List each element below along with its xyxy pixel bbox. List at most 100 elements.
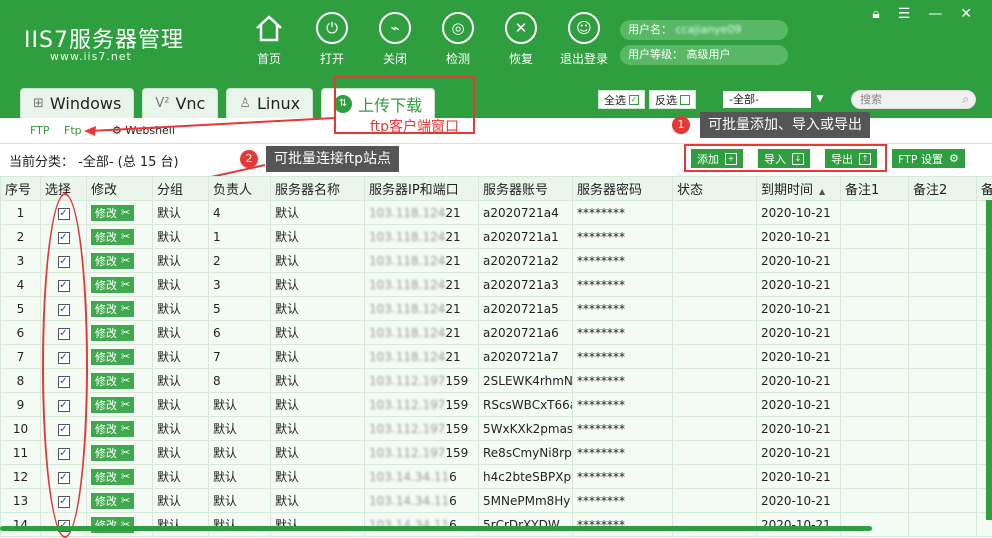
table-row[interactable]: 1✓修改✂默认4默认103.118.12421a2020721a4*******…: [1, 201, 992, 225]
ip-masked: 103.112.197: [369, 446, 445, 460]
column-header[interactable]: 序号: [1, 177, 41, 201]
table-row[interactable]: 12✓修改✂默认默认默认103.14.34.116h4c2bteSBPXpr**…: [1, 465, 992, 489]
row-owner: 默认: [209, 489, 271, 513]
import-button[interactable]: 导入↓: [758, 149, 810, 168]
edit-button[interactable]: 修改✂: [91, 277, 134, 293]
column-header[interactable]: 备注2: [909, 177, 977, 201]
edit-button[interactable]: 修改✂: [91, 373, 134, 389]
column-header[interactable]: 备: [977, 177, 992, 201]
row-ip: 103.14.34.116: [365, 513, 479, 537]
table-row[interactable]: 10✓修改✂默认默认默认103.112.1971595WxKXk2pmasl**…: [1, 417, 992, 441]
subtab-ftp[interactable]: FTP: [30, 124, 50, 137]
row-group: 默认: [153, 321, 209, 345]
edit-label: 修改: [95, 349, 117, 365]
row-group: 默认: [153, 489, 209, 513]
subtab-ftp-client[interactable]: Ftp: [64, 124, 82, 137]
vertical-scrollbar[interactable]: [986, 200, 992, 520]
nav-open[interactable]: ⏻ 打开: [302, 12, 362, 67]
column-header[interactable]: 服务器IP和端口: [365, 177, 479, 201]
edit-button[interactable]: 修改✂: [91, 229, 134, 245]
row-group: 默认: [153, 393, 209, 417]
table-row[interactable]: 13✓修改✂默认默认默认103.14.34.1165MNePMm8Hy*****…: [1, 489, 992, 513]
row-password: ********: [573, 441, 673, 465]
export-button[interactable]: 导出↑: [825, 149, 877, 168]
edit-button[interactable]: 修改✂: [91, 397, 134, 413]
table-row[interactable]: 7✓修改✂默认7默认103.118.12421a2020721a7*******…: [1, 345, 992, 369]
row-group: 默认: [153, 417, 209, 441]
table-row[interactable]: 14✓修改✂默认默认默认103.14.34.1165rCrDrXYDW*****…: [1, 513, 992, 537]
nav-check[interactable]: ◎ 检测: [428, 12, 488, 67]
ftp-settings-button[interactable]: FTP 设置⚙: [892, 149, 965, 168]
horizontal-scrollbar[interactable]: [0, 526, 872, 531]
row-number: 13: [1, 489, 41, 513]
table-row[interactable]: 9✓修改✂默认默认默认103.112.197159RScsWBCxT66a***…: [1, 393, 992, 417]
row-server-name: 默认: [271, 393, 365, 417]
row-number: 2: [1, 225, 41, 249]
row-expire: 2020-10-21: [757, 441, 841, 465]
column-header[interactable]: 到期时间▲: [757, 177, 841, 201]
row-number: 10: [1, 417, 41, 441]
edit-button[interactable]: 修改✂: [91, 325, 134, 341]
selection-buttons: 全选✓ 反选: [598, 90, 696, 109]
row-note2: [909, 201, 977, 225]
add-button[interactable]: 添加+: [691, 149, 743, 168]
table-row[interactable]: 3✓修改✂默认2默认103.118.12421a2020721a2*******…: [1, 249, 992, 273]
subtab-webshell[interactable]: ⚙ Webshell: [112, 124, 175, 137]
search-input[interactable]: 搜索 ⌕: [851, 90, 976, 109]
invert-button[interactable]: 反选: [649, 90, 696, 109]
nav-restore[interactable]: ✕ 恢复: [491, 12, 551, 67]
select-all-button[interactable]: 全选✓: [598, 90, 645, 109]
edit-button[interactable]: 修改✂: [91, 421, 134, 437]
sort-asc-icon[interactable]: ▲: [819, 187, 825, 196]
invert-label: 反选: [655, 92, 677, 108]
column-header[interactable]: 负责人: [209, 177, 271, 201]
edit-button[interactable]: 修改✂: [91, 301, 134, 317]
edit-button[interactable]: 修改✂: [91, 253, 134, 269]
tab-vnc[interactable]: V² Vnc: [142, 88, 218, 118]
search-icon: ⌕: [962, 91, 969, 108]
scissors-icon: ✂: [121, 350, 130, 363]
nav-home[interactable]: 首页: [239, 12, 299, 67]
row-account: a2020721a4: [479, 201, 573, 225]
nav-close[interactable]: ⌁ 关闭: [365, 12, 425, 67]
column-header[interactable]: 服务器密码: [573, 177, 673, 201]
category-select[interactable]: -全部- ▼: [722, 90, 830, 109]
row-group: 默认: [153, 465, 209, 489]
row-note1: [841, 441, 909, 465]
user-level-value: 高级用户: [687, 48, 731, 61]
row-note1: [841, 297, 909, 321]
edit-button[interactable]: 修改✂: [91, 205, 134, 221]
minimize-icon[interactable]: —: [928, 6, 942, 22]
column-header[interactable]: 分组: [153, 177, 209, 201]
column-header[interactable]: 服务器名称: [271, 177, 365, 201]
column-header[interactable]: 状态: [673, 177, 757, 201]
column-header[interactable]: 修改: [87, 177, 153, 201]
table-row[interactable]: 8✓修改✂默认8默认103.112.1971592SLEWK4rhmN*****…: [1, 369, 992, 393]
row-note1: [841, 417, 909, 441]
table-row[interactable]: 4✓修改✂默认3默认103.118.12421a2020721a3*******…: [1, 273, 992, 297]
menu-icon[interactable]: ☰: [898, 6, 911, 22]
row-ip: 103.118.12421: [365, 249, 479, 273]
row-status: [673, 441, 757, 465]
row-account: Re8sCmyNi8rp: [479, 441, 573, 465]
lock-icon[interactable]: 🔒︎: [872, 6, 879, 22]
table-row[interactable]: 6✓修改✂默认6默认103.118.12421a2020721a6*******…: [1, 321, 992, 345]
column-header[interactable]: 服务器账号: [479, 177, 573, 201]
row-status: [673, 417, 757, 441]
column-header[interactable]: 备注1: [841, 177, 909, 201]
edit-button[interactable]: 修改✂: [91, 445, 134, 461]
tab-linux[interactable]: ♙ Linux: [226, 88, 313, 118]
row-owner: 默认: [209, 513, 271, 537]
scissors-icon: ✂: [121, 422, 130, 435]
edit-button[interactable]: 修改 ✂: [91, 349, 134, 365]
table-row[interactable]: 11✓修改✂默认默认默认103.112.197159Re8sCmyNi8rp**…: [1, 441, 992, 465]
close-icon[interactable]: ✕: [960, 6, 972, 22]
nav-logout[interactable]: ☺ 退出登录: [554, 12, 614, 67]
edit-button[interactable]: 修改✂: [91, 469, 134, 485]
edit-button[interactable]: 修改✂: [91, 493, 134, 509]
scissors-icon: ✂: [121, 494, 130, 507]
subtab-webshell-label: Webshell: [125, 124, 175, 137]
tab-windows[interactable]: ⊞ Windows: [20, 88, 134, 118]
table-row[interactable]: 5✓修改✂默认5默认103.118.12421a2020721a5*******…: [1, 297, 992, 321]
table-row[interactable]: 2✓修改✂默认1默认103.118.12421a2020721a1*******…: [1, 225, 992, 249]
